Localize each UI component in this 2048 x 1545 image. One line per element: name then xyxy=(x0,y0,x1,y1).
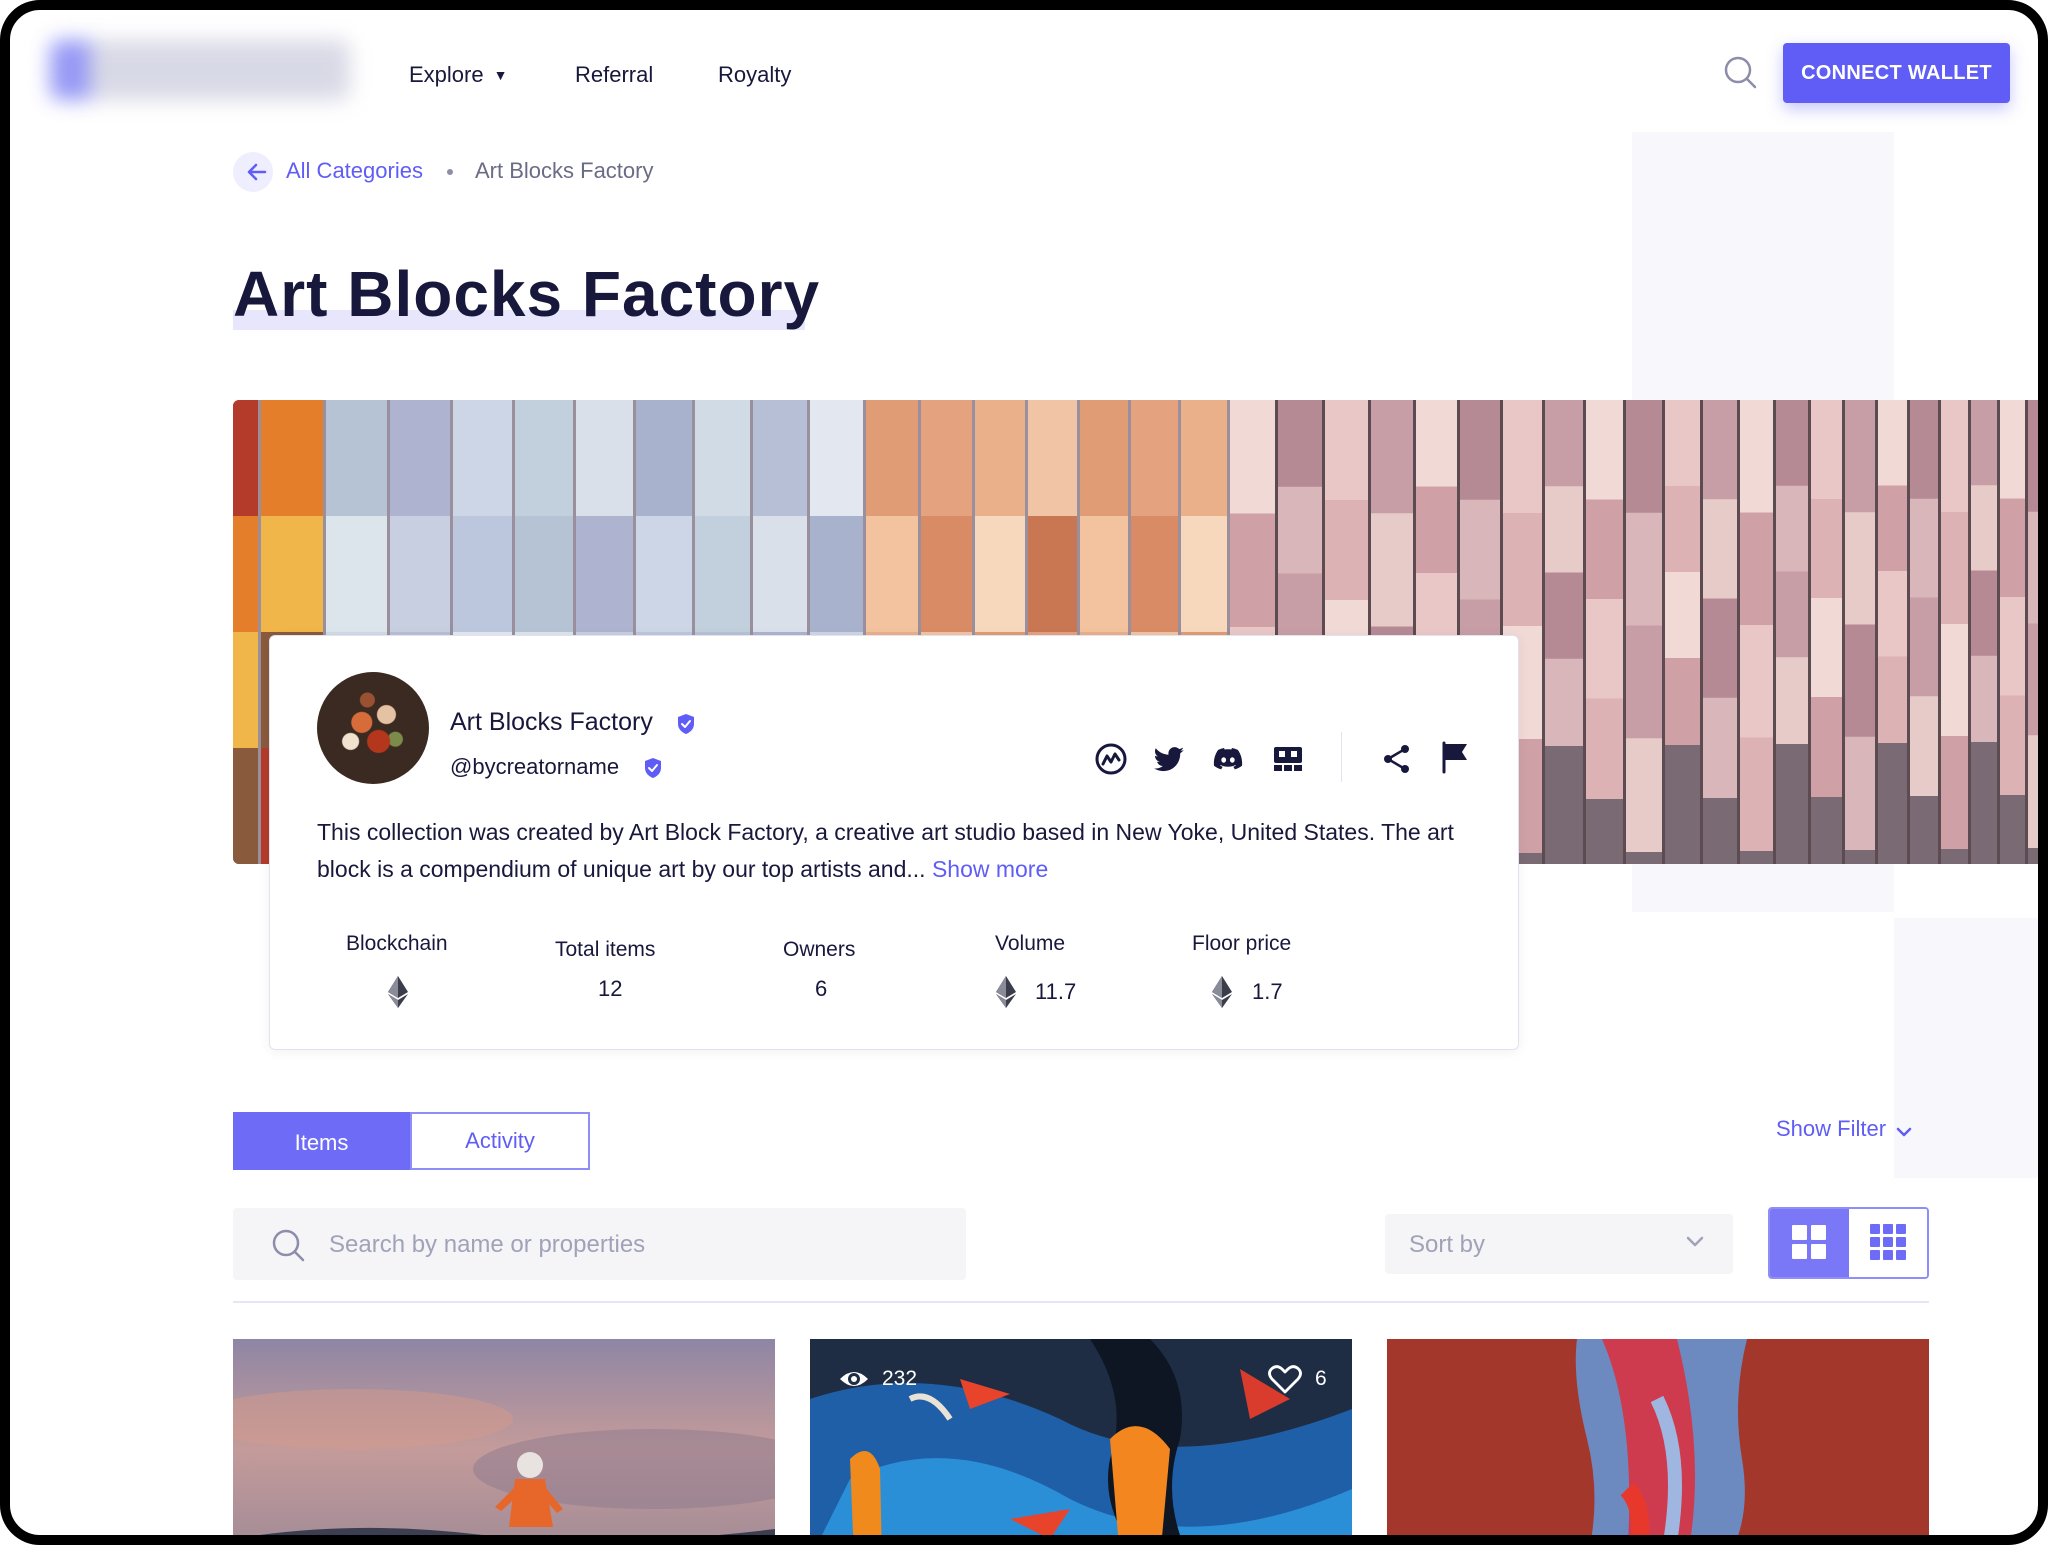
nav-explore-label: Explore xyxy=(409,62,484,87)
nav-royalty[interactable]: Royalty xyxy=(718,62,791,88)
collection-name: Art Blocks Factory xyxy=(450,708,653,736)
stat-total-items-label: Total items xyxy=(555,938,656,961)
show-more-link[interactable]: Show more xyxy=(932,856,1048,882)
large-grid-icon xyxy=(1792,1225,1826,1259)
show-filter-label: Show Filter xyxy=(1776,1116,1887,1141)
search-input[interactable] xyxy=(327,1226,931,1264)
verified-badge-icon xyxy=(678,714,694,734)
stat-owners-value: 6 xyxy=(815,976,828,1001)
opensea-icon[interactable] xyxy=(1271,742,1305,776)
stat-floor-value: 1.7 xyxy=(1252,979,1283,1004)
arrow-left-icon[interactable] xyxy=(246,160,268,184)
breadcrumb-separator xyxy=(447,169,453,175)
stat-volume-label: Volume xyxy=(995,932,1066,955)
view-count: 232 xyxy=(882,1367,918,1390)
sort-label: Sort by xyxy=(1409,1231,1486,1258)
small-grid-view-button[interactable] xyxy=(1849,1209,1927,1277)
flag-icon[interactable] xyxy=(1438,740,1472,774)
show-filter-button[interactable]: Show Filter xyxy=(1776,1116,1912,1142)
large-grid-view-button[interactable] xyxy=(1770,1209,1849,1277)
verified-badge-icon xyxy=(645,758,661,778)
social-divider xyxy=(1341,732,1342,782)
section-divider xyxy=(233,1301,1929,1303)
collection-avatar[interactable] xyxy=(317,672,429,784)
stat-total-items-value: 12 xyxy=(598,976,623,1001)
search-icon[interactable] xyxy=(1723,55,1757,89)
connect-wallet-button[interactable]: CONNECT WALLET xyxy=(1783,43,2010,103)
breadcrumb-current: Art Blocks Factory xyxy=(475,158,654,183)
breadcrumb-all-categories[interactable]: All Categories xyxy=(286,158,423,184)
app-window: Explore ▼ Referral Royalty CONNECT WALLET… xyxy=(0,0,2048,1545)
tab-items[interactable]: Items xyxy=(233,1112,410,1170)
tab-activity[interactable]: Activity xyxy=(410,1112,590,1170)
caret-down-icon: ▼ xyxy=(493,67,508,83)
chevron-down-icon xyxy=(1896,1127,1912,1137)
stat-floor-label: Floor price xyxy=(1192,932,1292,955)
coinmarketcap-icon[interactable] xyxy=(1094,742,1128,776)
decorative-panel xyxy=(1894,918,2038,1178)
twitter-icon[interactable] xyxy=(1153,742,1187,776)
sort-select[interactable]: Sort by xyxy=(1385,1214,1733,1274)
nft-image xyxy=(1387,1339,1929,1535)
chevron-down-icon xyxy=(1686,1236,1704,1247)
nav-explore[interactable]: Explore ▼ xyxy=(409,62,507,88)
eye-icon xyxy=(840,1372,868,1386)
nft-card[interactable] xyxy=(1387,1339,1929,1535)
collection-description: This collection was created by Art Block… xyxy=(317,814,1467,888)
search-icon xyxy=(272,1229,305,1262)
page-title: Art Blocks Factory xyxy=(233,258,821,330)
stat-volume-value: 11.7 xyxy=(1035,979,1077,1004)
nft-card[interactable] xyxy=(233,1339,775,1535)
page-title-wrap: Art Blocks Factory xyxy=(233,258,821,330)
view-toggle xyxy=(1768,1207,1929,1279)
logo[interactable] xyxy=(50,40,350,100)
ethereum-icon xyxy=(996,976,1016,1008)
search-field xyxy=(233,1208,966,1280)
small-grid-icon xyxy=(1870,1224,1906,1260)
discord-icon[interactable] xyxy=(1211,742,1245,776)
stat-owners-label: Owners xyxy=(783,938,856,961)
stat-blockchain-label: Blockchain xyxy=(346,932,448,955)
collection-info-card: Art Blocks Factory @bycreatorname This c… xyxy=(269,635,1519,1050)
ethereum-icon xyxy=(388,976,408,1008)
nft-card[interactable]: 232 6 xyxy=(810,1339,1352,1535)
share-icon[interactable] xyxy=(1380,742,1414,776)
heart-icon[interactable] xyxy=(1268,1365,1302,1395)
nav-referral[interactable]: Referral xyxy=(575,62,653,88)
description-text: This collection was created by Art Block… xyxy=(317,819,1454,882)
ethereum-icon xyxy=(1212,976,1232,1008)
collection-handle[interactable]: @bycreatorname xyxy=(450,754,619,780)
like-count: 6 xyxy=(1315,1367,1327,1390)
nft-image xyxy=(233,1339,775,1535)
